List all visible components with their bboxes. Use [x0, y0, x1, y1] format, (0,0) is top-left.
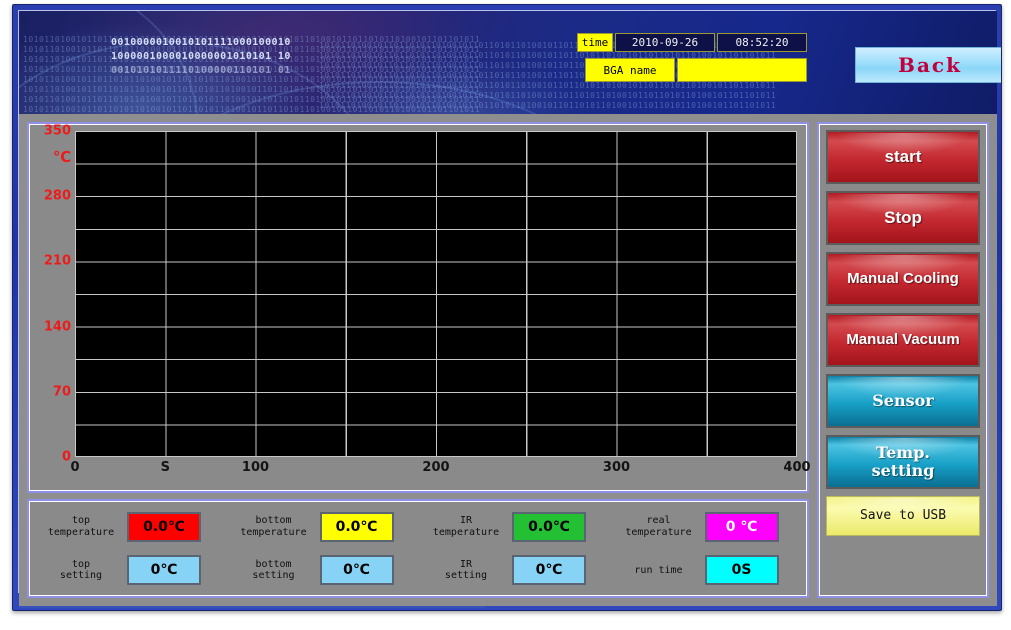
readout-value: 0.0℃ — [127, 511, 201, 542]
y-axis-tick: 70 — [52, 384, 71, 400]
chart-gridlines — [75, 131, 797, 457]
readout-panel: top temperature 0.0℃ bottom temperature 0.… — [27, 499, 809, 598]
temp-setting-button[interactable]: Temp. setting — [826, 435, 980, 489]
start-button[interactable]: start — [826, 130, 980, 184]
time-label: time — [577, 33, 613, 52]
back-button[interactable]: Back — [855, 47, 1001, 83]
y-axis-tick: 210 — [43, 253, 71, 269]
window-content: 1010110100101101101011010010110110101101… — [18, 10, 1001, 606]
chart-plot-area[interactable]: 350 280 210 140 70 0 0 S 100 200 300 400 — [44, 124, 811, 476]
control-button-column: start Stop Manual Cooling Manual Vacuum … — [817, 122, 989, 598]
date-display: 2010-09-26 — [615, 33, 715, 52]
readout-label: bottom setting — [252, 558, 295, 582]
readout-top-setting: top setting 0℃ — [33, 555, 226, 586]
x-axis-tick: 0 — [70, 460, 80, 475]
application-window: 1010110100101101101011010010110110101101… — [12, 4, 1002, 611]
y-axis-tick: 350 — [43, 123, 71, 139]
main-body: ℃ 350 280 210 140 70 0 0 S 100 200 300 4… — [19, 114, 997, 606]
temperature-chart-panel: ℃ 350 280 210 140 70 0 0 S 100 200 300 4… — [27, 122, 811, 493]
readout-bottom-setting: bottom setting 0℃ — [226, 555, 419, 586]
manual-vacuum-button[interactable]: Manual Vacuum — [826, 313, 980, 367]
readout-run-time: run time 0S — [611, 555, 804, 586]
readout-label: real temperature — [625, 515, 692, 538]
readout-label: top setting — [59, 558, 103, 582]
x-axis-tick: S — [160, 460, 170, 475]
readout-value: 0S — [704, 555, 779, 586]
x-axis-tick: 300 — [602, 460, 631, 475]
readout-label: run time — [634, 564, 683, 576]
bga-name-label: BGA name — [585, 58, 675, 82]
sensor-button[interactable]: Sensor — [826, 374, 980, 428]
header-banner: 1010110100101101101011010010110110101101… — [19, 11, 997, 114]
y-axis-tick: 140 — [43, 319, 71, 335]
readout-label: top temperature — [47, 515, 115, 538]
header-bits: 1010110100101101101011010010110110101101… — [319, 101, 777, 110]
readout-value: 0 ℃ — [704, 511, 779, 542]
readout-value[interactable]: 0℃ — [319, 555, 394, 586]
readout-ir-setting: IR setting 0℃ — [418, 555, 611, 586]
readout-value: 0.0℃ — [319, 511, 394, 542]
y-axis-tick: 280 — [43, 188, 71, 204]
x-axis-tick: 100 — [241, 460, 270, 475]
readout-value: 0.0℃ — [512, 511, 586, 542]
readout-bottom-temperature: bottom temperature 0.0℃ — [226, 511, 419, 542]
readout-ir-temperature: IR temperature 0.0℃ — [418, 511, 611, 542]
header-binary-line: 0010000010010101111000100010 — [111, 37, 291, 48]
save-to-usb-button[interactable]: Save to USB — [826, 496, 980, 536]
info-panel: time 2010-09-26 08:52:20 BGA name — [577, 33, 839, 93]
readout-label: bottom temperature — [240, 515, 307, 538]
header-binary-line: 1000001000010000001010101 10 — [111, 51, 291, 62]
readout-value[interactable]: 0℃ — [512, 555, 586, 586]
x-axis-tick: 200 — [422, 460, 450, 475]
x-axis-tick: 400 — [783, 460, 811, 475]
readout-label: IR setting — [444, 558, 488, 582]
stop-button[interactable]: Stop — [826, 191, 980, 245]
readout-label: IR temperature — [432, 515, 500, 538]
manual-cooling-button[interactable]: Manual Cooling — [826, 252, 980, 306]
header-binary-line: 0010101011110100000110101 01 — [111, 65, 291, 76]
readout-value[interactable]: 0℃ — [127, 555, 201, 586]
readout-top-temperature: top temperature 0.0℃ — [33, 511, 226, 542]
bga-name-input[interactable] — [677, 58, 807, 82]
readout-real-temperature: real temperature 0 ℃ — [611, 511, 804, 542]
y-axis-unit-label: ℃ — [53, 148, 72, 166]
clock-display: 08:52:20 — [717, 33, 807, 52]
